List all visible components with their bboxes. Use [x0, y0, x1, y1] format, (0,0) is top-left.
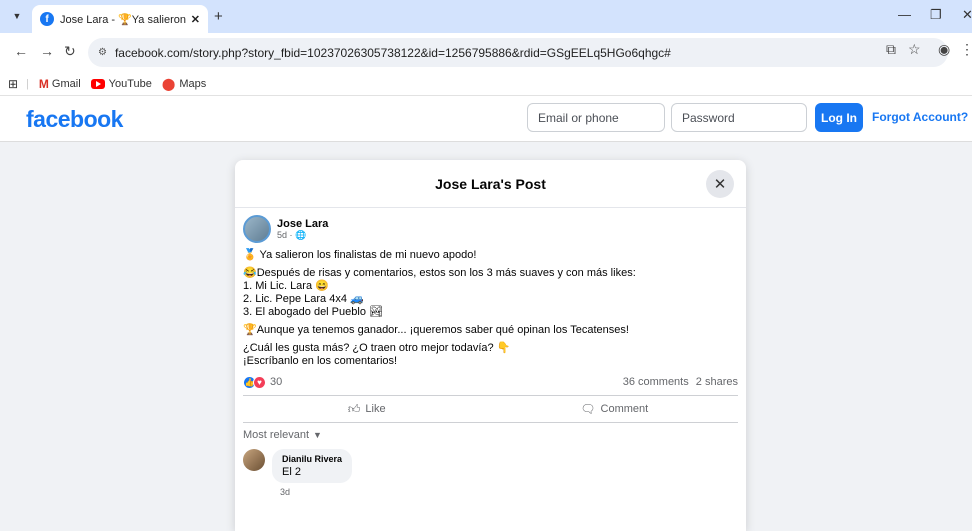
comment-button[interactable]: 🗨 Comment: [491, 396, 739, 422]
login-button[interactable]: Log In: [815, 103, 863, 132]
email-field[interactable]: [527, 103, 665, 132]
reload-icon[interactable]: ↻: [64, 43, 76, 60]
reactions-summary[interactable]: 👍 ♥ 30: [243, 375, 283, 389]
commenter-avatar[interactable]: [243, 449, 265, 471]
facebook-favicon-icon: f: [40, 12, 54, 26]
like-button[interactable]: 👍︎ Like: [243, 396, 491, 422]
post-actions: 👍︎ Like 🗨 Comment: [243, 395, 738, 423]
restore-icon[interactable]: ❐: [930, 7, 942, 23]
browser-tab-strip: ▼ f Jose Lara - 🏆Ya salieron los fin... …: [0, 0, 972, 33]
comment-bubble-icon: 🗨: [580, 402, 596, 416]
bookmark-divider: |: [26, 77, 29, 90]
gmail-icon: M: [38, 76, 49, 91]
post-line: 2. Lic. Pepe Lara 4x4 🚙: [243, 293, 364, 305]
bookmark-label: YouTube: [108, 77, 152, 90]
engagement-counts: 36 comments 2 shares: [623, 376, 738, 388]
commenter-name[interactable]: Dianilu Rivera: [282, 454, 342, 464]
minimize-icon[interactable]: —: [898, 7, 911, 22]
like-label: Like: [365, 403, 386, 415]
bookmark-youtube[interactable]: YouTube: [90, 77, 152, 90]
close-modal-button[interactable]: ✕: [706, 170, 734, 198]
bookmarks-bar: ⊞ | M Gmail YouTube ⬤ Maps: [0, 72, 972, 96]
modal-title: Jose Lara's Post: [435, 175, 546, 192]
tab-title: Jose Lara - 🏆Ya salieron los fin...: [60, 13, 187, 26]
menu-dots-icon[interactable]: ⋮: [960, 41, 972, 58]
comment-text: El 2: [282, 466, 301, 478]
forward-icon[interactable]: →: [40, 43, 54, 59]
post-time-text: 5d ·: [277, 229, 296, 240]
author-avatar[interactable]: [243, 215, 271, 243]
post-line: ¿Cuál les gusta más? ¿O traen otro mejor…: [243, 342, 511, 354]
close-window-icon[interactable]: ✕: [962, 7, 972, 23]
post-line: 1. Mi Lic. Lara 😄: [243, 280, 329, 292]
post-line: 😂Después de risas y comentarios, estos s…: [243, 267, 636, 279]
forgot-account-link[interactable]: Forgot Account?: [872, 110, 968, 124]
post-line: 🏅 Ya salieron los finalistas de mi nuevo…: [243, 249, 477, 261]
address-bar-row: ← → ↻ ⚙ facebook.com/story.php?story_fbi…: [0, 33, 972, 72]
new-tab-button[interactable]: +: [214, 8, 223, 25]
password-field[interactable]: [671, 103, 807, 132]
browser-tab[interactable]: f Jose Lara - 🏆Ya salieron los fin... ✕: [32, 5, 208, 33]
comment-item: Dianilu Rivera El 2: [243, 449, 738, 483]
modal-header: Jose Lara's Post ✕: [235, 160, 746, 208]
sort-label: Most relevant: [243, 429, 310, 441]
youtube-icon: [90, 78, 105, 89]
profile-icon[interactable]: ◉: [938, 41, 950, 58]
bookmark-label: Maps: [179, 77, 207, 90]
author-name[interactable]: Jose Lara: [277, 218, 328, 230]
site-info-icon[interactable]: ⚙: [98, 47, 107, 58]
post: Jose Lara 5d · 🌐 🏅 Ya salieron los final…: [235, 208, 746, 497]
post-line: 3. El abogado del Pueblo 🏞: [243, 306, 383, 318]
reaction-count: 30: [270, 376, 283, 388]
comments-count[interactable]: 36 comments: [623, 376, 689, 388]
bookmark-gmail[interactable]: M Gmail: [39, 77, 81, 91]
comment-time[interactable]: 3d: [280, 487, 738, 497]
apps-icon[interactable]: ⊞: [8, 77, 18, 91]
post-stats: 👍 ♥ 30 36 comments 2 shares: [243, 373, 738, 391]
tab-close-icon[interactable]: ✕: [191, 13, 200, 26]
bookmark-maps[interactable]: ⬤ Maps: [162, 77, 206, 91]
tab-search-icon[interactable]: ▼: [8, 7, 26, 25]
post-body: 🏅 Ya salieron los finalistas de mi nuevo…: [243, 249, 738, 368]
back-icon[interactable]: ←: [14, 43, 28, 59]
url-bar[interactable]: ⚙ facebook.com/story.php?story_fbid=1023…: [88, 38, 948, 67]
maps-pin-icon: ⬤: [161, 76, 176, 91]
comment-label: Comment: [600, 403, 649, 415]
post-modal: Jose Lara's Post ✕ Jose Lara 5d · 🌐 🏅 Ya…: [235, 160, 746, 531]
post-time[interactable]: 5d · 🌐: [277, 230, 328, 241]
post-author-row: Jose Lara 5d · 🌐: [243, 215, 738, 243]
url-text: facebook.com/story.php?story_fbid=102370…: [114, 45, 671, 60]
love-reaction-icon: ♥: [253, 375, 266, 389]
thumbs-up-icon: 👍︎: [347, 401, 361, 416]
globe-icon: 🌐: [295, 229, 307, 240]
cast-icon[interactable]: ⧉: [886, 41, 896, 58]
bookmark-label: Gmail: [51, 77, 81, 90]
caret-down-icon: ▼: [313, 430, 322, 440]
shares-count[interactable]: 2 shares: [696, 376, 738, 388]
facebook-header: facebook Log In Forgot Account?: [0, 96, 972, 142]
comment-bubble: Dianilu Rivera El 2: [272, 449, 353, 483]
facebook-logo[interactable]: facebook: [26, 106, 123, 133]
comment-sort-dropdown[interactable]: Most relevant ▼: [243, 429, 738, 441]
bookmark-star-icon[interactable]: ☆: [908, 41, 921, 58]
post-line: ¡Escríbanlo en los comentarios!: [243, 355, 398, 367]
post-line: 🏆Aunque ya tenemos ganador... ¡queremos …: [243, 324, 629, 336]
author-meta: Jose Lara 5d · 🌐: [277, 218, 328, 241]
